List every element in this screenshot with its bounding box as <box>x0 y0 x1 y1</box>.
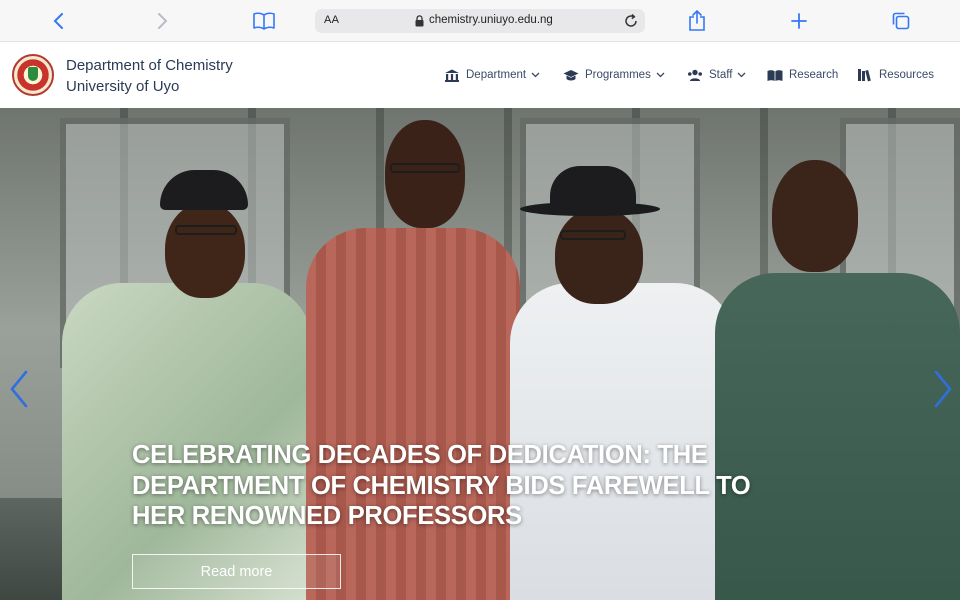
university-logo[interactable] <box>12 54 54 96</box>
site-title-line1: Department of Chemistry <box>66 57 233 74</box>
site-title[interactable]: Department of Chemistry University of Uy… <box>66 55 233 97</box>
chevron-down-icon <box>656 72 665 78</box>
carousel-prev-arrow-icon[interactable] <box>8 370 32 408</box>
users-icon <box>688 69 702 81</box>
plus-icon <box>791 13 807 29</box>
nav-resources-label: Resources <box>879 69 934 81</box>
chevron-down-icon <box>531 72 540 78</box>
address-bar[interactable]: AA chemistry.uniuyo.edu.ng <box>315 9 645 33</box>
hero-carousel: CELEBRATING DECADES OF DEDICATION: THE D… <box>0 108 960 600</box>
graduation-cap-icon <box>563 69 579 80</box>
nav-research-label: Research <box>789 69 839 81</box>
nav-department-label: Department <box>466 69 527 81</box>
read-more-label: Read more <box>200 563 273 580</box>
tabs-icon <box>892 12 910 30</box>
forward-button[interactable] <box>150 9 174 33</box>
tabs-overview-button[interactable] <box>889 9 913 33</box>
reload-icon[interactable] <box>623 13 639 29</box>
logo-emblem <box>28 67 38 81</box>
book-icon <box>253 12 275 30</box>
browser-toolbar: AA chemistry.uniuyo.edu.ng <box>0 0 960 42</box>
carousel-next-arrow-icon[interactable] <box>930 370 954 408</box>
nav-staff[interactable]: Staff <box>687 66 746 84</box>
chevron-left-icon <box>53 13 63 29</box>
share-button[interactable] <box>685 9 709 33</box>
bookmarks-button[interactable] <box>252 9 276 33</box>
site-header: Department of Chemistry University of Uy… <box>0 42 960 108</box>
back-button[interactable] <box>47 9 71 33</box>
nav-programmes[interactable]: Programmes <box>563 66 665 84</box>
text-size-button[interactable]: AA <box>324 14 339 26</box>
chevron-down-icon <box>737 72 746 78</box>
site-title-line2: University of Uyo <box>66 78 180 95</box>
chevron-right-icon <box>158 13 168 29</box>
nav-department[interactable]: Department <box>444 66 540 84</box>
nav-research[interactable]: Research <box>767 66 838 84</box>
open-book-icon <box>767 69 783 81</box>
building-icon <box>445 69 459 82</box>
hero-headline: CELEBRATING DECADES OF DEDICATION: THE D… <box>132 441 751 530</box>
nav-staff-label: Staff <box>709 69 733 81</box>
read-more-button[interactable]: Read more <box>132 554 341 589</box>
library-icon <box>858 69 871 82</box>
url-text: chemistry.uniuyo.edu.ng <box>429 14 553 26</box>
nav-resources[interactable]: Resources <box>857 66 934 84</box>
lock-icon <box>415 15 424 27</box>
nav-programmes-label: Programmes <box>585 69 651 81</box>
share-icon <box>689 10 705 31</box>
new-tab-button[interactable] <box>787 9 811 33</box>
